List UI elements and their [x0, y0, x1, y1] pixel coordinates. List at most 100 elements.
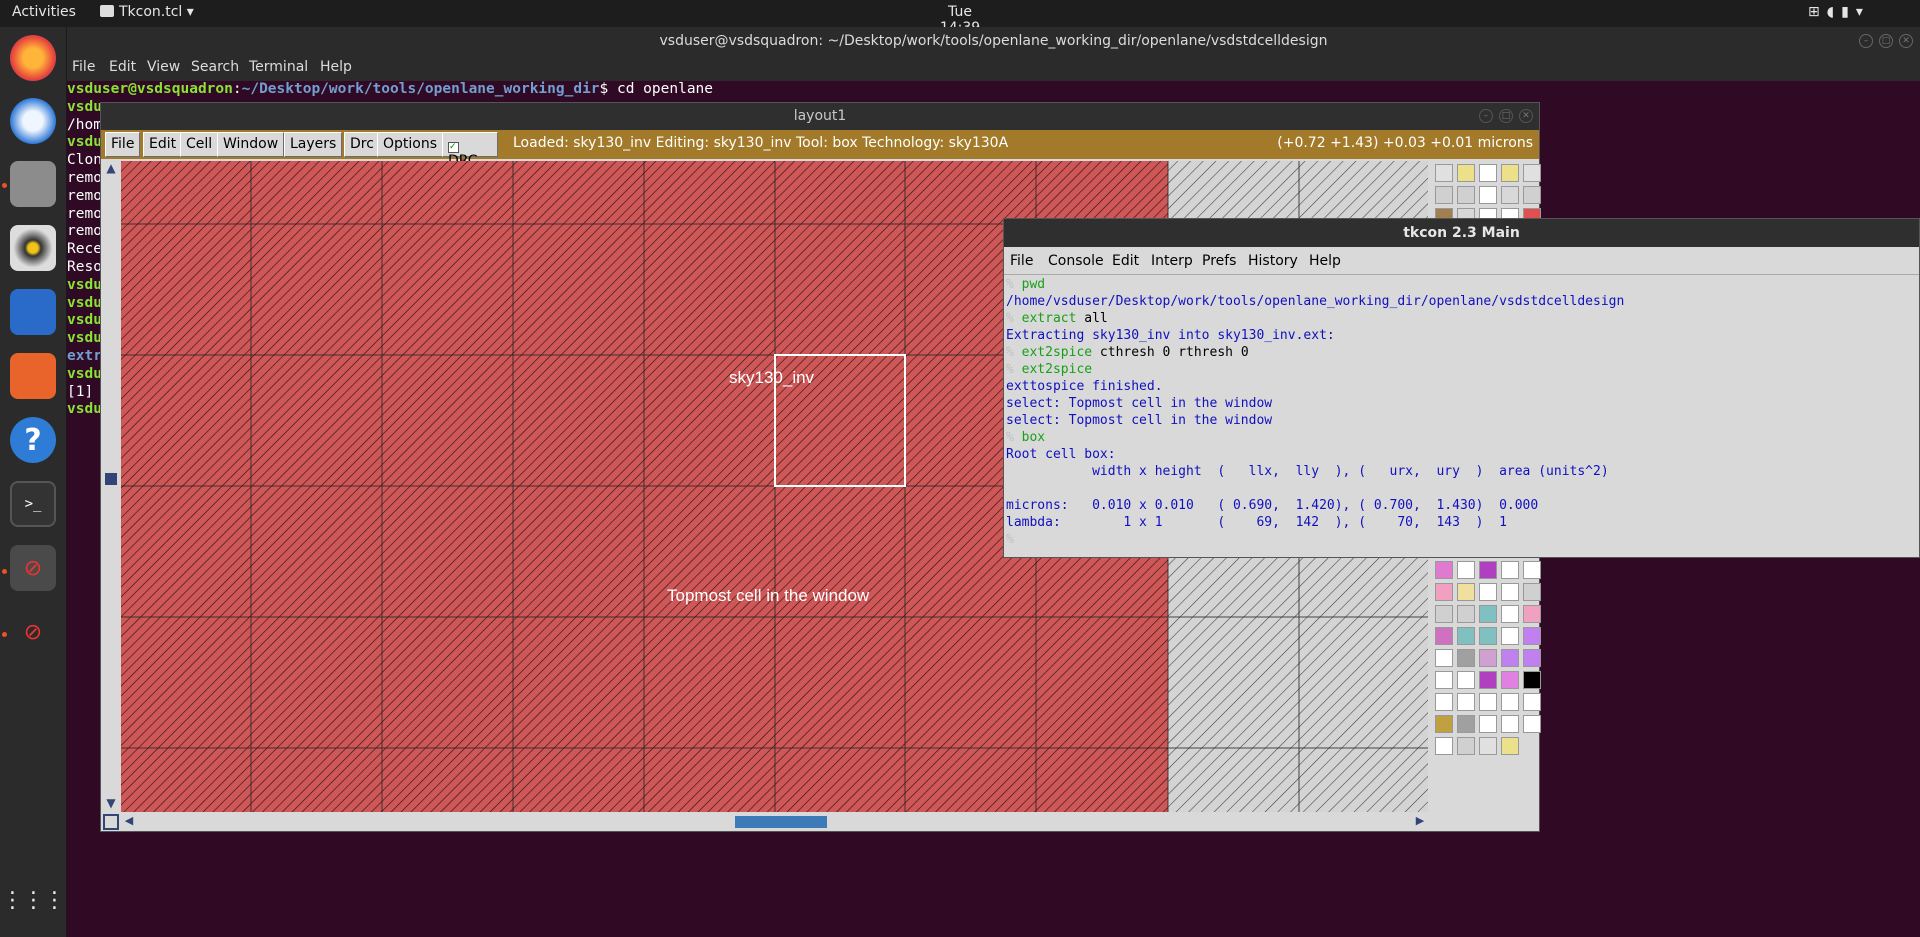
tkcon-window-icon[interactable]: ⊘ — [10, 609, 56, 655]
vertical-scrollbar[interactable]: ▲ ▼ — [103, 161, 119, 812]
layer-swatch[interactable] — [1435, 671, 1453, 689]
layer-swatch[interactable] — [1479, 583, 1497, 601]
drc-toggle[interactable]: ✓ DRC — [442, 132, 498, 169]
writer-icon[interactable] — [10, 289, 56, 335]
layer-swatch[interactable] — [1501, 671, 1519, 689]
layer-swatch[interactable] — [1457, 605, 1475, 623]
menu-search[interactable]: Search — [191, 59, 239, 75]
scroll-up-arrow-icon[interactable]: ▲ — [103, 161, 119, 177]
layer-swatch[interactable] — [1479, 186, 1497, 204]
layer-swatch[interactable] — [1457, 737, 1475, 755]
menu-file[interactable]: File — [105, 132, 141, 157]
menu-terminal[interactable]: Terminal — [249, 59, 308, 75]
layer-swatch[interactable] — [1523, 583, 1541, 601]
menu-edit[interactable]: Edit — [143, 132, 183, 157]
menu-history[interactable]: History — [1248, 253, 1298, 269]
zoom-box-icon[interactable] — [103, 814, 119, 830]
firefox-icon[interactable] — [10, 35, 56, 81]
scroll-thumb[interactable] — [105, 473, 117, 485]
menu-interp[interactable]: Interp — [1151, 253, 1193, 269]
layer-swatch[interactable] — [1501, 605, 1519, 623]
layer-swatch[interactable] — [1479, 164, 1497, 182]
scroll-left-arrow-icon[interactable]: ◀ — [121, 814, 137, 830]
layer-swatch[interactable] — [1479, 605, 1497, 623]
layer-swatch[interactable] — [1523, 693, 1541, 711]
layer-swatch[interactable] — [1457, 693, 1475, 711]
menu-window[interactable]: Window — [217, 132, 285, 157]
layer-swatch[interactable] — [1501, 693, 1519, 711]
layer-swatch[interactable] — [1479, 671, 1497, 689]
magic-window-icon[interactable]: ⊘ — [10, 545, 56, 591]
scroll-down-arrow-icon[interactable]: ▼ — [103, 796, 119, 812]
layer-swatch[interactable] — [1457, 164, 1475, 182]
menu-cell[interactable]: Cell — [180, 132, 219, 157]
menu-layers[interactable]: Layers — [284, 132, 343, 157]
layer-swatch[interactable] — [1435, 649, 1453, 667]
layer-swatch[interactable] — [1501, 737, 1519, 755]
layer-swatch[interactable] — [1501, 186, 1519, 204]
menu-help[interactable]: Help — [1309, 253, 1341, 269]
show-apps-icon[interactable]: ⋮⋮⋮ — [2, 877, 66, 923]
layer-swatch[interactable] — [1523, 605, 1541, 623]
layer-swatch[interactable] — [1457, 715, 1475, 733]
horizontal-scrollbar[interactable]: ◀ ▶ — [121, 814, 1428, 830]
layer-swatch[interactable] — [1501, 583, 1519, 601]
thunderbird-icon[interactable] — [10, 98, 56, 144]
menu-edit[interactable]: Edit — [109, 59, 136, 75]
layer-swatch[interactable] — [1479, 561, 1497, 579]
layer-swatch[interactable] — [1479, 693, 1497, 711]
layer-swatch[interactable] — [1435, 583, 1453, 601]
layer-swatch[interactable] — [1457, 583, 1475, 601]
tkcon-console[interactable]: % pwd/home/vsduser/Desktop/work/tools/op… — [1004, 276, 1919, 556]
menu-view[interactable]: View — [147, 59, 180, 75]
layer-swatch[interactable] — [1435, 561, 1453, 579]
menu-file[interactable]: File — [1010, 253, 1033, 269]
terminal-icon[interactable]: >_ — [10, 481, 56, 527]
files-icon[interactable] — [10, 161, 56, 207]
maximize-button[interactable]: □ — [1499, 109, 1513, 123]
layer-swatch[interactable] — [1435, 693, 1453, 711]
scroll-right-arrow-icon[interactable]: ▶ — [1412, 814, 1428, 830]
menu-edit[interactable]: Edit — [1112, 253, 1139, 269]
layer-swatch[interactable] — [1523, 561, 1541, 579]
menu-help[interactable]: Help — [320, 59, 352, 75]
layer-swatch[interactable] — [1435, 627, 1453, 645]
layer-swatch[interactable] — [1501, 715, 1519, 733]
layer-swatch[interactable] — [1479, 627, 1497, 645]
rhythmbox-icon[interactable] — [10, 225, 56, 271]
close-button[interactable]: ✕ — [1899, 34, 1913, 48]
system-tray[interactable]: ⊞◖▮▾ — [1808, 4, 1870, 20]
minimize-button[interactable]: – — [1479, 109, 1493, 123]
menu-drc[interactable]: Drc — [344, 132, 380, 157]
layer-swatch[interactable] — [1457, 561, 1475, 579]
layer-swatch[interactable] — [1435, 737, 1453, 755]
layer-swatch[interactable] — [1523, 649, 1541, 667]
minimize-button[interactable]: – — [1859, 34, 1873, 48]
layer-swatch[interactable] — [1479, 737, 1497, 755]
menu-prefs[interactable]: Prefs — [1202, 253, 1236, 269]
layer-swatch[interactable] — [1479, 649, 1497, 667]
layer-swatch[interactable] — [1501, 164, 1519, 182]
layer-swatch[interactable] — [1479, 715, 1497, 733]
maximize-button[interactable]: □ — [1879, 34, 1893, 48]
layer-swatch[interactable] — [1457, 186, 1475, 204]
scroll-thumb[interactable] — [735, 816, 827, 828]
layer-swatch[interactable] — [1523, 164, 1541, 182]
close-button[interactable]: ✕ — [1519, 109, 1533, 123]
menu-options[interactable]: Options — [377, 132, 444, 157]
layer-swatch[interactable] — [1435, 164, 1453, 182]
layer-swatch[interactable] — [1435, 186, 1453, 204]
layer-swatch[interactable] — [1457, 627, 1475, 645]
layer-swatch[interactable] — [1501, 627, 1519, 645]
layer-swatch[interactable] — [1501, 649, 1519, 667]
layer-swatch[interactable] — [1435, 715, 1453, 733]
software-icon[interactable] — [10, 353, 56, 399]
layer-swatch[interactable] — [1523, 671, 1541, 689]
menu-file[interactable]: File — [72, 59, 95, 75]
menu-console[interactable]: Console — [1048, 253, 1104, 269]
layer-swatch[interactable] — [1457, 649, 1475, 667]
layer-swatch[interactable] — [1435, 605, 1453, 623]
app-menu[interactable]: Tkcon.tcl ▾ — [100, 4, 194, 20]
layer-swatch[interactable] — [1523, 186, 1541, 204]
layer-swatch[interactable] — [1523, 627, 1541, 645]
